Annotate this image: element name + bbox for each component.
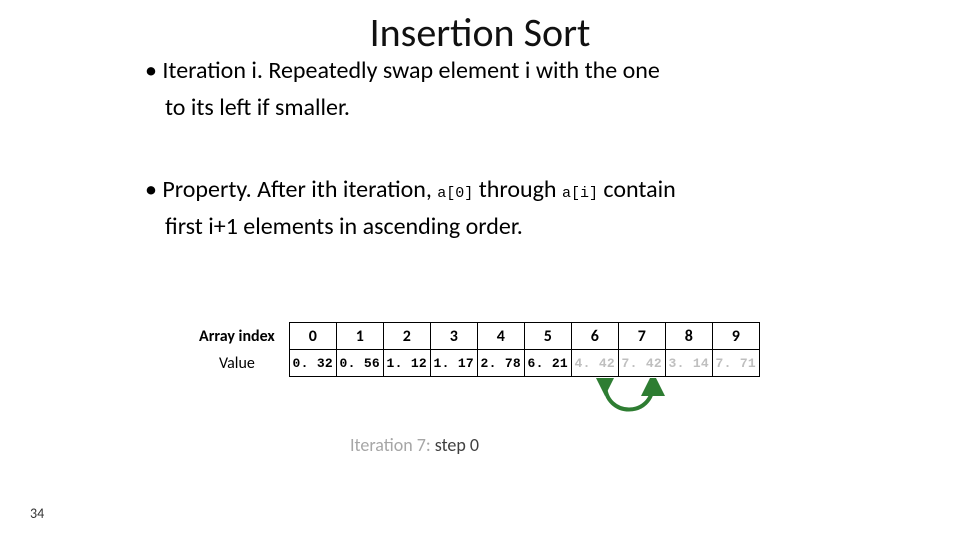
val-cell: 7. 42 [618, 350, 665, 377]
idx-cell: 7 [618, 323, 665, 350]
table-row-indices: Array index 0 1 2 3 4 5 6 7 8 9 [195, 323, 759, 350]
idx-cell: 3 [430, 323, 477, 350]
val-cell: 2. 78 [477, 350, 524, 377]
bullet-2-pre: • Property. After ith iteration, [145, 175, 437, 204]
val-cell: 4. 42 [571, 350, 618, 377]
page-title: Insertion Sort [0, 8, 960, 57]
idx-cell: 2 [383, 323, 430, 350]
bullet-1-line-1: • Iteration i. Repeatedly swap element i… [145, 56, 845, 85]
array-table: Array index 0 1 2 3 4 5 6 7 8 9 Value 0.… [195, 322, 760, 377]
val-cell: 1. 17 [430, 350, 477, 377]
idx-cell: 4 [477, 323, 524, 350]
bullet-list: • Iteration i. Repeatedly swap element i… [145, 56, 845, 249]
slide: Insertion Sort • Iteration i. Repeatedly… [0, 0, 960, 540]
bullet-2-mid: through [473, 175, 562, 204]
iteration-label: Iteration 7: step 0 [350, 434, 479, 456]
idx-cell: 6 [571, 323, 618, 350]
row-index-label: Array index [195, 323, 289, 350]
page-number: 34 [30, 505, 44, 522]
bullet-1-line-2: to its left if smaller. [145, 93, 845, 122]
iteration-label-step: step 0 [435, 434, 479, 456]
code-ai: a[i] [562, 185, 598, 202]
val-cell: 3. 14 [665, 350, 712, 377]
swap-arrow-icon [575, 378, 695, 428]
idx-cell: 5 [524, 323, 571, 350]
val-cell: 1. 12 [383, 350, 430, 377]
bullet-2-post: contain [598, 175, 676, 204]
idx-cell: 0 [289, 323, 336, 350]
idx-cell: 8 [665, 323, 712, 350]
val-cell: 7. 71 [712, 350, 759, 377]
table-row-values: Value 0. 32 0. 56 1. 12 1. 17 2. 78 6. 2… [195, 350, 759, 377]
bullet-2-line-2: first i+1 elements in ascending order. [145, 212, 845, 241]
row-value-label: Value [195, 350, 289, 377]
code-a0: a[0] [437, 185, 473, 202]
idx-cell: 1 [336, 323, 383, 350]
idx-cell: 9 [712, 323, 759, 350]
val-cell: 0. 56 [336, 350, 383, 377]
iteration-label-prefix: Iteration 7: [350, 434, 435, 456]
bullet-2-line-1: • Property. After ith iteration, a[0] th… [145, 175, 845, 204]
val-cell: 6. 21 [524, 350, 571, 377]
val-cell: 0. 32 [289, 350, 336, 377]
